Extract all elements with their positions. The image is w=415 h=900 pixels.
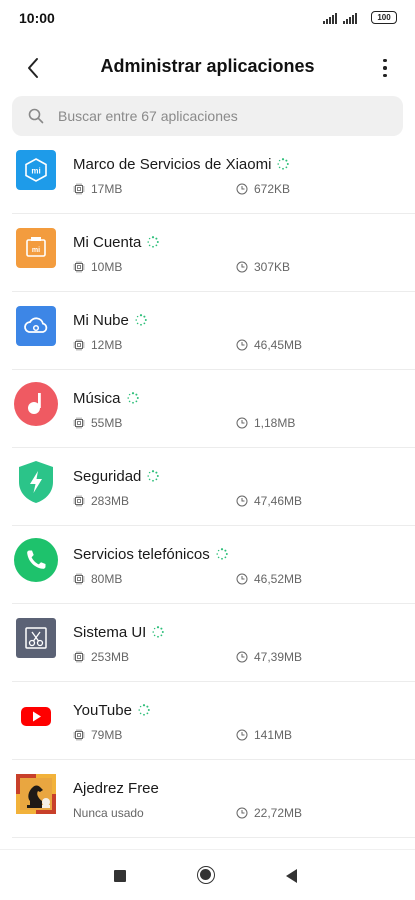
app-name: Mi Nube (73, 312, 147, 329)
app-size: 12MB (73, 338, 122, 352)
more-options-button[interactable] (375, 53, 395, 83)
status-bar: 10:00 100 (0, 0, 415, 36)
storage-chip-icon (73, 417, 85, 429)
list-item[interactable]: Mi Nube 12MB 46,45MB (0, 292, 415, 370)
app-cache: 1,18MB (236, 416, 295, 430)
nav-back-button[interactable] (286, 869, 297, 883)
storage-chip-icon (73, 729, 85, 741)
list-item[interactable]: Música 55MB 1,18MB (0, 370, 415, 448)
clock-icon (236, 183, 248, 195)
home-button[interactable] (197, 866, 215, 884)
clock-icon (236, 729, 248, 741)
xiaomi-services-icon: mi (16, 150, 56, 190)
clock-icon (236, 261, 248, 273)
app-name: Ajedrez Free (73, 780, 159, 797)
app-cache: 46,45MB (236, 338, 302, 352)
app-cache: 141MB (236, 728, 292, 742)
phone-icon (14, 538, 58, 582)
system-ui-icon (16, 618, 56, 658)
security-shield-icon (19, 461, 53, 503)
list-item[interactable]: YouTube 79MB 141MB (0, 682, 415, 760)
app-name: Marco de Servicios de Xiaomi (73, 156, 290, 173)
loading-spinner-icon (135, 314, 147, 326)
youtube-icon (16, 696, 56, 736)
app-size: 80MB (73, 572, 122, 586)
list-item[interactable]: mi Mi Cuenta 10MB 307KB (0, 214, 415, 292)
loading-spinner-icon (147, 236, 160, 248)
list-item[interactable]: Seguridad 283MB 47,46MB (0, 448, 415, 526)
app-name: Servicios telefónicos (73, 546, 228, 563)
svg-text:mi: mi (32, 247, 40, 254)
loading-spinner-icon (277, 158, 290, 170)
app-cache: 47,46MB (236, 494, 302, 508)
storage-chip-icon (73, 339, 85, 351)
storage-chip-icon (73, 261, 85, 273)
clock-icon (236, 495, 248, 507)
clock-icon (236, 339, 248, 351)
mi-account-icon: mi (16, 228, 56, 268)
app-cache: 672KB (236, 182, 290, 196)
clock-icon (236, 807, 248, 819)
status-time: 10:00 (19, 10, 55, 26)
app-size: 253MB (73, 650, 129, 664)
music-icon (14, 382, 58, 426)
clock-icon (236, 573, 248, 585)
page-title: Administrar aplicaciones (100, 56, 315, 76)
loading-spinner-icon (147, 470, 160, 482)
status-indicators: 100 (323, 11, 397, 24)
header: Administrar aplicaciones (0, 44, 415, 90)
list-item[interactable]: Ajedrez Free Nunca usado 22,72MB (0, 760, 415, 838)
list-item[interactable]: mi Marco de Servicios de Xiaomi 17MB 672… (0, 148, 415, 214)
navigation-bar (0, 849, 415, 900)
list-item[interactable]: Sistema UI 253MB 47,39MB (0, 604, 415, 682)
chess-icon (16, 774, 56, 814)
app-size: 283MB (73, 494, 129, 508)
search-input[interactable] (58, 96, 388, 136)
app-cache: 307KB (236, 260, 290, 274)
signal-icon (323, 12, 337, 24)
clock-icon (236, 651, 248, 663)
app-name: Seguridad (73, 468, 160, 485)
app-cache: 46,52MB (236, 572, 302, 586)
loading-spinner-icon (126, 392, 139, 404)
storage-chip-icon (73, 651, 85, 663)
app-size: 10MB (73, 260, 122, 274)
app-cache: 47,39MB (236, 650, 302, 664)
signal-icon (343, 12, 357, 24)
app-manager-screen: 10:00 100 Administrar aplicaciones Busca… (0, 0, 415, 900)
svg-text:mi: mi (31, 167, 40, 176)
clock-icon (236, 417, 248, 429)
app-name: Mi Cuenta (73, 234, 160, 251)
app-last-used: Nunca usado (73, 806, 144, 820)
loading-spinner-icon (138, 704, 150, 716)
app-size: 17MB (73, 182, 122, 196)
recents-button[interactable] (114, 870, 126, 882)
mi-cloud-icon (16, 306, 56, 346)
app-size: 55MB (73, 416, 122, 430)
search-bar[interactable] (12, 96, 403, 136)
loading-spinner-icon (152, 626, 165, 638)
storage-chip-icon (73, 495, 85, 507)
app-list: mi Marco de Servicios de Xiaomi 17MB 672… (0, 148, 415, 848)
app-cache: 22,72MB (236, 806, 302, 820)
app-name: Música (73, 390, 139, 407)
battery-icon: 100 (371, 11, 397, 24)
loading-spinner-icon (216, 548, 228, 560)
search-icon (28, 108, 44, 124)
storage-chip-icon (73, 183, 85, 195)
app-size: 79MB (73, 728, 122, 742)
app-name: Sistema UI (73, 624, 165, 641)
more-vertical-icon (383, 58, 387, 63)
list-item[interactable]: Servicios telefónicos 80MB 46,52MB (0, 526, 415, 604)
storage-chip-icon (73, 573, 85, 585)
app-name: YouTube (73, 702, 150, 719)
divider (12, 837, 415, 838)
